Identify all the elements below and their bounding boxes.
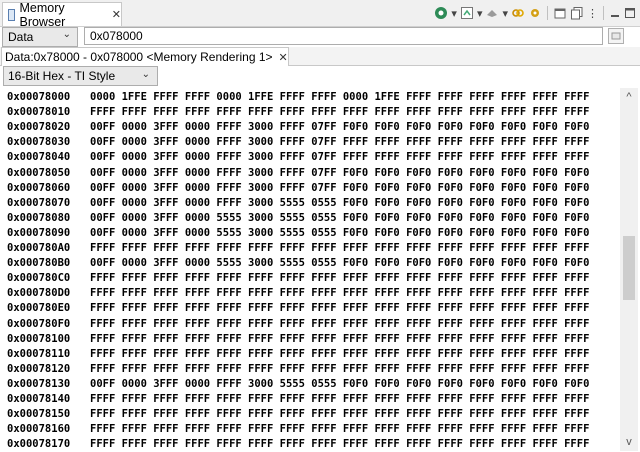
memory-row-data[interactable]: 00FF 0000 3FFF 0000 FFFF 3000 5555 0555 …	[90, 377, 589, 392]
memory-row-data[interactable]: 00FF 0000 3FFF 0000 FFFF 3000 FFFF 07FF …	[90, 181, 589, 196]
memory-row-address: 0x000780B0	[7, 257, 71, 270]
memory-row-data[interactable]: 00FF 0000 3FFF 0000 5555 3000 5555 0555 …	[90, 211, 589, 226]
refresh-icon[interactable]	[460, 5, 474, 21]
dropdown-arrow-icon[interactable]: ▾	[477, 5, 483, 21]
memory-row-data[interactable]: FFFF FFFF FFFF FFFF FFFF FFFF FFFF FFFF …	[90, 332, 589, 347]
format-select[interactable]: 16-Bit Hex - TI Style ⌄	[3, 66, 158, 86]
memory-row-address: 0x000780A0	[7, 242, 71, 254]
scrollbar-thumb[interactable]	[623, 236, 635, 300]
memory-row-data[interactable]: FFFF FFFF FFFF FFFF FFFF FFFF FFFF FFFF …	[90, 362, 589, 377]
memory-row-address: 0x00078010	[7, 106, 71, 119]
memory-row-data[interactable]: FFFF FFFF FFFF FFFF FFFF FFFF FFFF FFFF …	[90, 271, 589, 286]
memory-row-address: 0x00078030	[7, 136, 71, 149]
memory-row-address: 0x00078020	[7, 121, 71, 134]
settings-icon[interactable]	[528, 5, 542, 21]
memory-row-data[interactable]: 00FF 0000 3FFF 0000 FFFF 3000 FFFF 07FF …	[90, 166, 589, 181]
memory-row-data[interactable]: FFFF FFFF FFFF FFFF FFFF FFFF FFFF FFFF …	[90, 301, 589, 316]
close-rendering-icon[interactable]: ✕	[279, 51, 288, 64]
memory-space-select[interactable]: Data ⌄	[2, 27, 78, 47]
link-icon[interactable]	[511, 5, 525, 21]
memory-row-data[interactable]: 0000 1FFE FFFF FFFF 0000 1FFE FFFF FFFF …	[90, 90, 589, 105]
memory-row-data[interactable]: FFFF FFFF FFFF FFFF FFFF FFFF FFFF FFFF …	[90, 286, 589, 301]
memory-space-value: Data	[8, 30, 34, 44]
memory-row-address: 0x000780D0	[7, 287, 71, 300]
maximize-icon[interactable]	[624, 5, 636, 21]
memory-row-address: 0x00078000	[7, 91, 71, 103]
memory-row-address: 0x00078170	[7, 438, 71, 450]
memory-row-address: 0x00078100	[7, 332, 71, 345]
memory-rendering-tab[interactable]: Data:0x78000 - 0x078000 <Memory Renderin…	[1, 47, 289, 66]
memory-table[interactable]: 0x00078000 0000 1FFE FFFF FFFF 0000 1FFE …	[0, 88, 618, 450]
memory-row-address: 0x00078050	[7, 166, 71, 179]
toolbar-separator	[603, 6, 604, 20]
memory-row-data[interactable]: 00FF 0000 3FFF 0000 FFFF 3000 FFFF 07FF …	[90, 120, 589, 135]
view-toolbar: ▾ ▾ ▾ ⋮	[434, 4, 636, 22]
memory-row-data[interactable]: FFFF FFFF FFFF FFFF FFFF FFFF FFFF FFFF …	[90, 241, 589, 256]
vertical-scrollbar[interactable]: ^ v	[620, 88, 638, 451]
memory-row-data[interactable]: FFFF FFFF FFFF FFFF FFFF FFFF FFFF FFFF …	[90, 437, 589, 450]
go-icon	[611, 32, 621, 40]
view-title: Memory Browser	[19, 0, 66, 29]
memory-row-address: 0x00078040	[7, 151, 71, 164]
memory-row-data[interactable]: 00FF 0000 3FFF 0000 5555 3000 5555 0555 …	[90, 226, 589, 241]
memory-row-address: 0x00078110	[7, 347, 71, 360]
memory-row-address: 0x000780F0	[7, 317, 71, 330]
memory-row-address: 0x000780E0	[7, 302, 71, 315]
new-tab-icon[interactable]	[553, 5, 567, 21]
memory-row-data[interactable]: FFFF FFFF FFFF FFFF FFFF FFFF FFFF FFFF …	[90, 392, 589, 407]
memory-row-address: 0x00078140	[7, 393, 71, 405]
chevron-down-icon: ⌄	[141, 69, 150, 80]
memory-row-address: 0x00078120	[7, 362, 71, 375]
memory-row-data[interactable]: 00FF 0000 3FFF 0000 FFFF 3000 FFFF 07FF …	[90, 135, 589, 150]
go-to-address-button[interactable]	[608, 28, 624, 44]
view-titlebar: Memory Browser ✕ ▾ ▾ ▾ ⋮	[0, 0, 640, 29]
memory-row-address: 0x00078060	[7, 181, 71, 194]
memory-row-address: 0x00078070	[7, 196, 71, 209]
scroll-up-icon[interactable]: ^	[620, 88, 638, 106]
memory-row-data[interactable]: FFFF FFFF FFFF FFFF FFFF FFFF FFFF FFFF …	[90, 407, 589, 422]
address-value: 0x078000	[90, 29, 143, 43]
memory-row-address: 0x00078090	[7, 226, 71, 239]
memory-row-data[interactable]: 00FF 0000 3FFF 0000 FFFF 3000 FFFF 07FF …	[90, 150, 589, 165]
dropdown-arrow-icon[interactable]: ▾	[502, 5, 508, 21]
format-value: 16-Bit Hex - TI Style	[8, 69, 116, 83]
view-menu-icon[interactable]: ⋮	[587, 5, 598, 21]
scroll-down-icon[interactable]: v	[620, 433, 638, 451]
memory-row-address: 0x00078130	[7, 377, 71, 390]
rendering-tab-label: Data:0x78000 - 0x078000 <Memory Renderin…	[5, 50, 273, 64]
dropdown-arrow-icon[interactable]: ▾	[451, 5, 457, 21]
toolbar-separator	[547, 6, 548, 20]
address-bar: Data ⌄ 0x078000	[0, 27, 640, 47]
memory-row-data[interactable]: FFFF FFFF FFFF FFFF FFFF FFFF FFFF FFFF …	[90, 422, 589, 437]
copy-icon[interactable]	[570, 5, 584, 21]
minimize-icon[interactable]	[609, 5, 621, 21]
memory-row-data[interactable]: FFFF FFFF FFFF FFFF FFFF FFFF FFFF FFFF …	[90, 347, 589, 362]
close-view-icon[interactable]: ✕	[112, 8, 121, 21]
memory-browser-view-tab[interactable]: Memory Browser ✕	[2, 0, 122, 29]
import-icon[interactable]	[485, 5, 499, 21]
rendering-tab-bar: Data:0x78000 - 0x078000 <Memory Renderin…	[0, 47, 640, 66]
memory-row-data[interactable]: 00FF 0000 3FFF 0000 FFFF 3000 5555 0555 …	[90, 196, 589, 211]
memory-row-data[interactable]: 00FF 0000 3FFF 0000 5555 3000 5555 0555 …	[90, 256, 589, 271]
address-input[interactable]: 0x078000	[84, 27, 603, 45]
memory-row-data[interactable]: FFFF FFFF FFFF FFFF FFFF FFFF FFFF FFFF …	[90, 105, 589, 120]
memory-row-address: 0x00078080	[7, 211, 71, 224]
memory-row-address: 0x000780C0	[7, 272, 71, 285]
memory-browser-icon	[8, 8, 16, 21]
memory-row-address: 0x00078160	[7, 423, 71, 436]
memory-row-address: 0x00078150	[7, 408, 71, 421]
chevron-down-icon: ⌄	[62, 29, 71, 40]
memory-row-data[interactable]: FFFF FFFF FFFF FFFF FFFF FFFF FFFF FFFF …	[90, 317, 589, 332]
connect-icon[interactable]	[434, 5, 448, 21]
